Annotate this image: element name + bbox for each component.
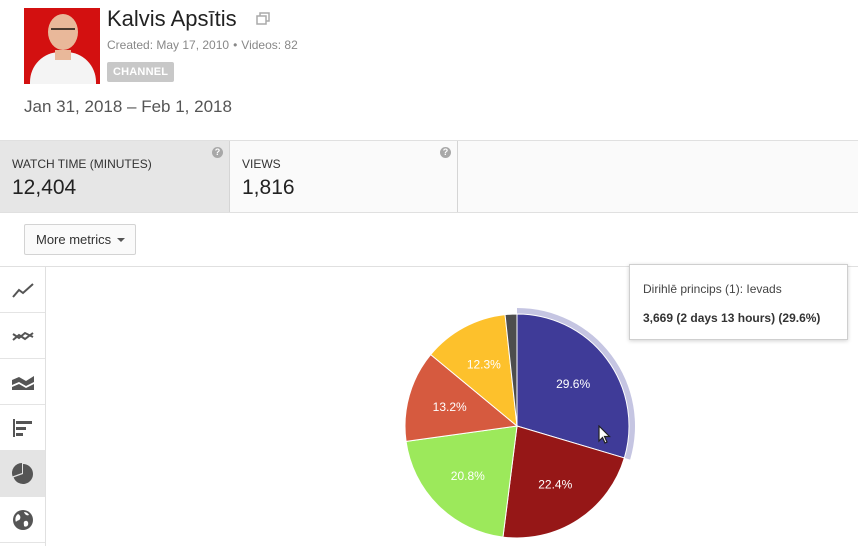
metric-value: 1,816 <box>242 176 295 199</box>
help-icon[interactable]: ? <box>212 147 223 158</box>
chart-tooltip: Dirihlē princips (1): Ievads 3,669 (2 da… <box>629 264 848 340</box>
channel-avatar[interactable] <box>24 8 100 84</box>
pie-chart-icon <box>11 462 33 484</box>
stacked-area-chart-icon <box>11 375 34 390</box>
open-in-new-window-icon[interactable] <box>256 12 270 26</box>
avatar-neck <box>55 50 71 60</box>
chart-type-selector <box>0 267 46 546</box>
globe-map-icon <box>12 509 33 530</box>
pie-slice-label: 13.2% <box>433 400 467 414</box>
more-metrics-label: More metrics <box>36 232 112 247</box>
video-count: Videos: 82 <box>241 38 298 52</box>
help-icon[interactable]: ? <box>440 147 451 158</box>
more-metrics-button[interactable]: More metrics <box>24 224 136 255</box>
caret-down-icon <box>117 238 125 242</box>
chart-tab-stacked-area[interactable] <box>0 359 45 405</box>
channel-badge: CHANNEL <box>107 62 175 82</box>
line-chart-icon <box>11 282 34 298</box>
metric-label: VIEWS <box>242 157 281 171</box>
mouse-cursor-icon <box>598 425 611 444</box>
channel-meta: Created: May 17, 2010 • Videos: 82 <box>107 38 298 52</box>
multi-line-chart-icon <box>11 331 34 341</box>
meta-separator: • <box>233 38 238 52</box>
channel-header: Kalvis Apsītis Created: May 17, 2010 • Vid… <box>0 0 858 141</box>
date-range: Jan 31, 2018 – Feb 1, 2018 <box>24 97 232 116</box>
metric-value: 12,404 <box>12 176 77 199</box>
metric-label: WATCH TIME (MINUTES) <box>12 157 152 171</box>
channel-name[interactable]: Kalvis Apsītis <box>107 6 237 32</box>
pie-slice-label: 20.8% <box>451 469 485 483</box>
pie-slice-label: 29.6% <box>556 377 590 391</box>
chart-tab-bar[interactable] <box>0 405 45 451</box>
metric-views[interactable]: VIEWS 1,816 ? <box>230 141 458 212</box>
tooltip-title: Dirihlē princips (1): Ievads <box>643 282 782 296</box>
chart-tab-multi-line[interactable] <box>0 313 45 359</box>
metrics-bar: WATCH TIME (MINUTES) 12,404 ? VIEWS 1,81… <box>0 141 858 213</box>
chart-tab-line[interactable] <box>0 267 45 313</box>
pie-slice-label: 12.3% <box>467 357 501 371</box>
pie-slice-label: 22.4% <box>538 478 572 492</box>
tooltip-value: 3,669 (2 days 13 hours) (29.6%) <box>643 311 821 325</box>
chart-tab-pie[interactable] <box>0 451 45 497</box>
created-date: Created: May 17, 2010 <box>107 38 230 52</box>
bar-chart-icon <box>12 418 32 437</box>
metric-watch-time[interactable]: WATCH TIME (MINUTES) 12,404 ? <box>0 141 230 212</box>
chart-tab-map[interactable] <box>0 497 45 543</box>
avatar-glasses <box>51 28 75 33</box>
